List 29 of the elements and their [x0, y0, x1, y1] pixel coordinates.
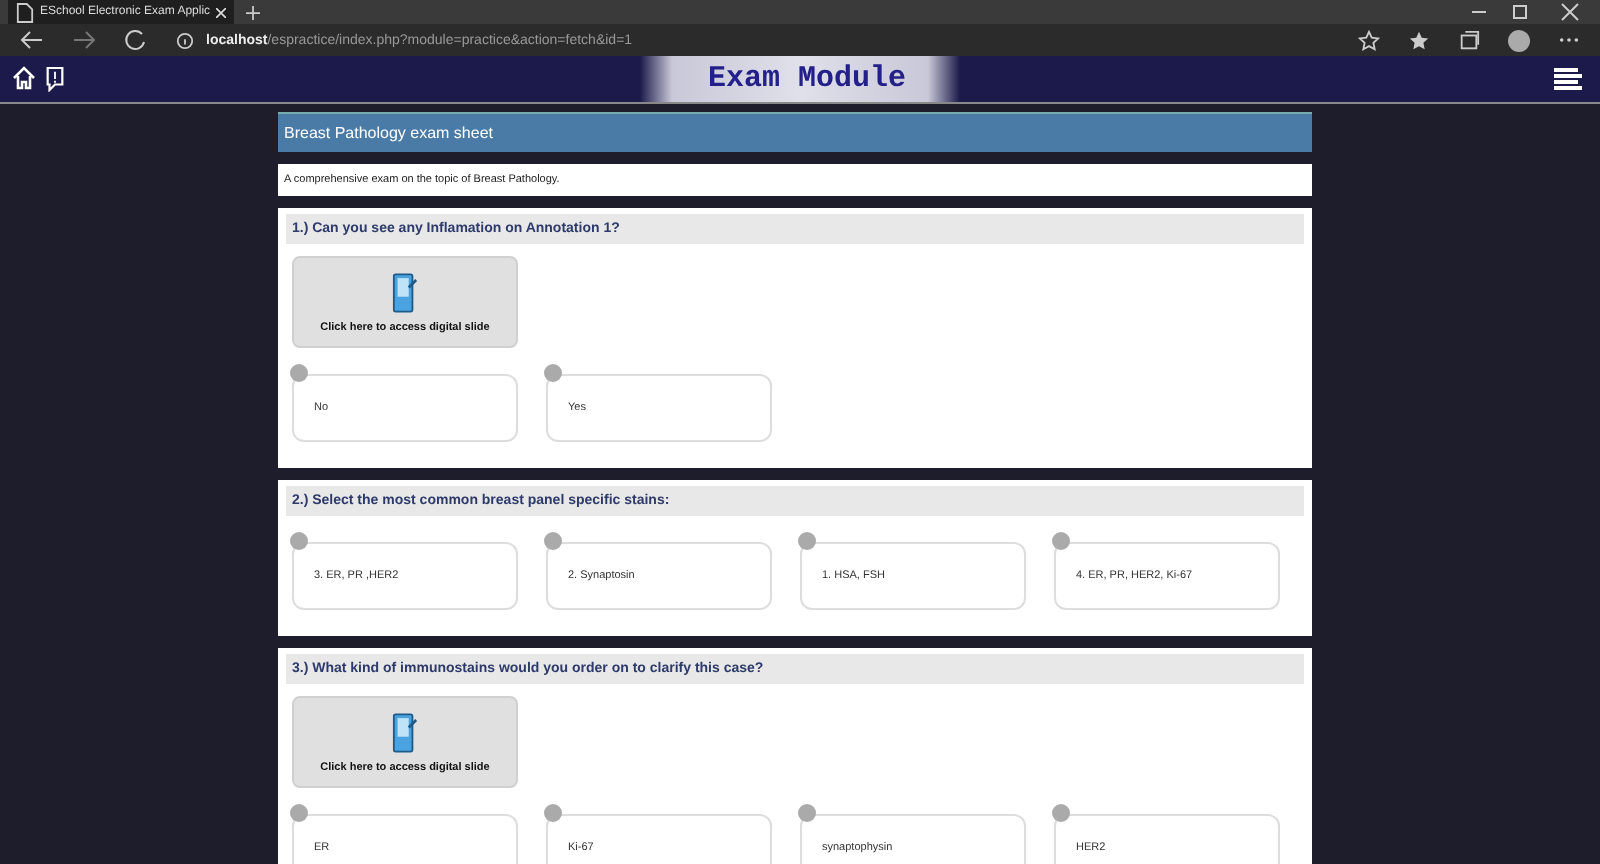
slide-tablet-icon [392, 711, 418, 753]
slide-tablet-icon [392, 271, 418, 313]
option-badge-icon [1052, 804, 1070, 822]
stack-logo-icon [1548, 63, 1588, 95]
module-title: Exam Module [707, 62, 907, 96]
option-badge-icon [290, 532, 308, 550]
profile-avatar[interactable] [1508, 29, 1530, 51]
collections-icon[interactable] [1458, 29, 1480, 51]
page-icon [16, 1, 34, 23]
favorites-icon[interactable] [1408, 29, 1430, 51]
favorites-star-icon[interactable] [1358, 29, 1380, 51]
option-badge-icon [290, 364, 308, 382]
option-badge-icon [290, 804, 308, 822]
close-tab-icon[interactable] [216, 7, 227, 17]
option-badge-icon [1052, 532, 1070, 550]
option-badge-icon [798, 804, 816, 822]
info-icon [176, 31, 194, 49]
reload-icon[interactable] [124, 28, 148, 52]
forward-icon[interactable] [72, 28, 96, 52]
option-badge-icon [544, 804, 562, 822]
option-badge-icon [544, 364, 562, 382]
option-badge-icon [544, 532, 562, 550]
option-badge-icon [798, 532, 816, 550]
more-icon[interactable] [1558, 36, 1580, 44]
alert-sign-icon[interactable] [44, 66, 66, 92]
new-tab-icon[interactable] [246, 5, 261, 19]
exam-title: Breast Pathology exam sheet [278, 112, 1312, 152]
home-icon[interactable] [12, 66, 36, 90]
back-icon[interactable] [20, 28, 44, 52]
